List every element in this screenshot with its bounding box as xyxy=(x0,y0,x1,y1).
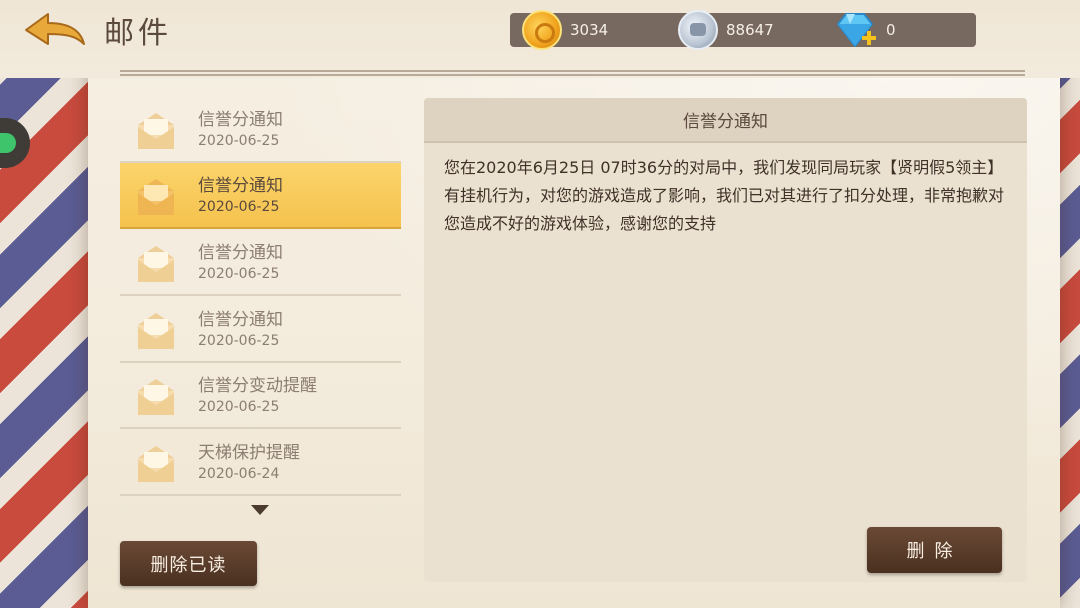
mail-detail-body: 您在2020年6月25日 07时36分的对局中，我们发现同局玩家【贤明假5领主】… xyxy=(444,158,1005,233)
mail-title: 天梯保护提醒 xyxy=(198,443,300,463)
mail-detail-panel: 信誉分通知 您在2020年6月25日 07时36分的对局中，我们发现同局玩家【贤… xyxy=(424,98,1027,582)
mail-title: 信誉分通知 xyxy=(198,110,283,130)
mail-date: 2020-06-25 xyxy=(198,333,280,349)
envelope-icon xyxy=(138,313,174,349)
silver-coin-icon xyxy=(678,10,718,50)
page-title: 邮件 xyxy=(104,16,172,51)
envelope-icon xyxy=(138,179,174,215)
mail-item[interactable]: 信誉分通知 2020-06-25 xyxy=(120,230,401,296)
mail-item[interactable]: 信誉分通知 2020-06-25 xyxy=(120,297,401,363)
mail-title: 信誉分通知 xyxy=(198,243,283,263)
envelope-icon xyxy=(138,246,174,282)
mail-list[interactable]: 信誉分通知 2020-06-25 信誉分通知 2020-06-25 信誉分通知 … xyxy=(120,97,401,497)
mail-date: 2020-06-25 xyxy=(198,399,280,415)
diamond-currency[interactable]: 0 xyxy=(834,13,896,47)
mail-date: 2020-06-25 xyxy=(198,199,280,215)
mail-detail-title: 信誉分通知 xyxy=(424,98,1027,143)
mail-item-selected[interactable]: 信誉分通知 2020-06-25 xyxy=(120,163,401,229)
gold-coin-icon xyxy=(522,10,562,50)
delete-button[interactable]: 删除 xyxy=(867,527,1002,573)
mail-title: 信誉分变动提醒 xyxy=(198,376,317,396)
mail-item[interactable]: 信誉分通知 2020-06-25 xyxy=(120,97,401,163)
mail-title: 信誉分通知 xyxy=(198,176,283,196)
envelope-icon xyxy=(138,446,174,482)
mail-date: 2020-06-25 xyxy=(198,266,280,282)
diamond-amount: 0 xyxy=(886,21,896,39)
gold-currency: 3034 xyxy=(522,10,609,50)
silver-currency: 88647 xyxy=(678,10,774,50)
header-divider xyxy=(120,70,1025,76)
gold-amount: 3034 xyxy=(570,21,609,39)
mail-title: 信誉分通知 xyxy=(198,310,283,330)
delete-read-button[interactable]: 删除已读 xyxy=(120,541,257,586)
silver-amount: 88647 xyxy=(726,21,774,39)
envelope-icon xyxy=(138,379,174,415)
mail-item[interactable]: 信誉分变动提醒 2020-06-25 xyxy=(120,363,401,429)
envelope-icon xyxy=(138,113,174,149)
mail-date: 2020-06-24 xyxy=(198,466,280,482)
currency-bar: 3034 88647 0 xyxy=(510,10,976,50)
back-arrow-icon[interactable] xyxy=(22,10,88,50)
mail-date: 2020-06-25 xyxy=(198,133,280,149)
scroll-down-icon[interactable] xyxy=(251,505,269,515)
mail-item[interactable]: 天梯保护提醒 2020-06-24 xyxy=(120,430,401,496)
diamond-add-icon[interactable] xyxy=(834,10,878,50)
